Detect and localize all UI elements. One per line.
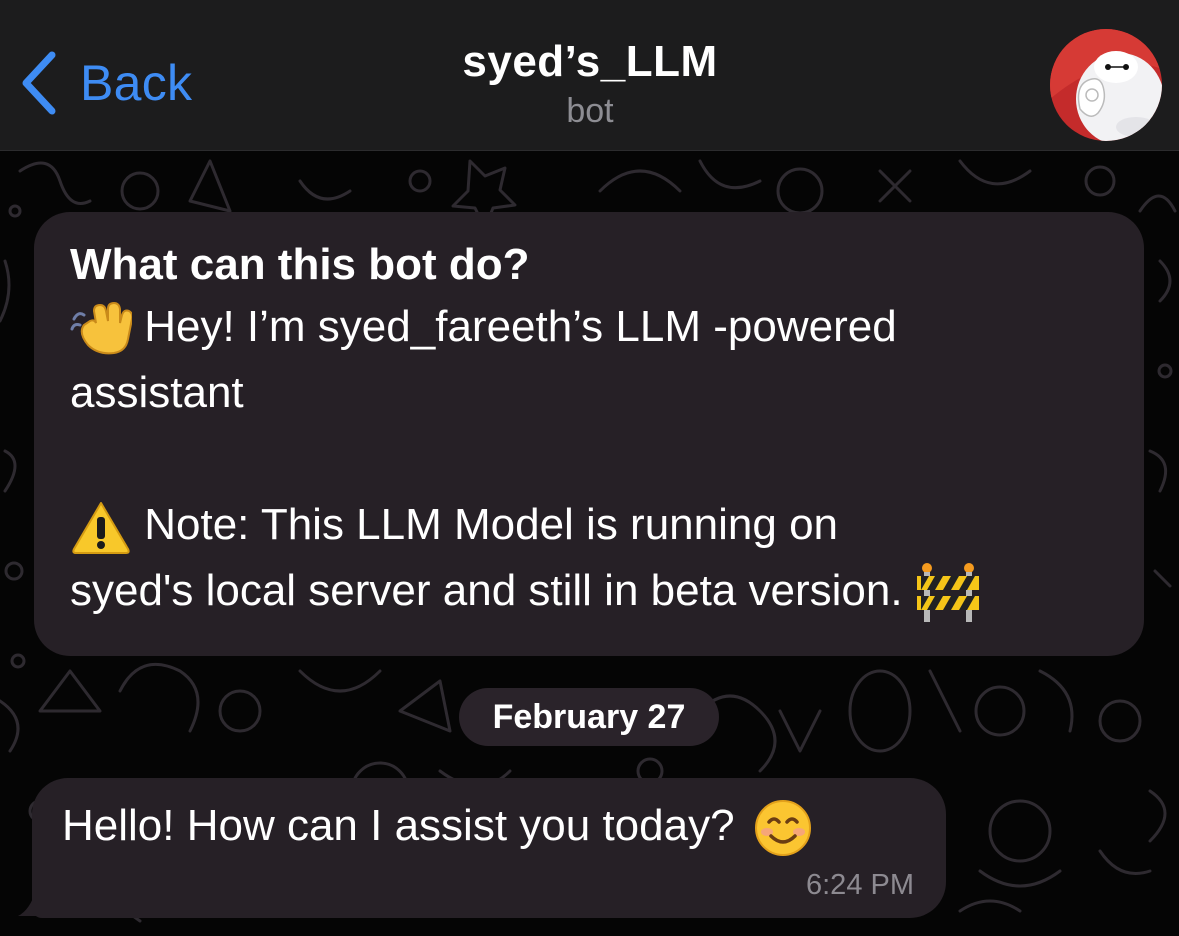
- message-timestamp: 6:24 PM: [806, 869, 914, 901]
- construction-icon: [916, 563, 979, 623]
- avatar[interactable]: [1050, 29, 1162, 141]
- chat-header: Back syed’s_LLM bot: [0, 0, 1179, 151]
- bot-info-intro-text: Hey! I’m syed_fareeth’s LLM -powered: [144, 302, 897, 351]
- bot-info-line: Hey! I’m syed_fareeth’s LLM -powered: [70, 294, 1108, 360]
- message-text-line: Hello! How can I assist you today?: [62, 796, 813, 858]
- waving-hand-icon: [70, 302, 132, 355]
- bot-info-card: What can this bot do? Hey! I’m syed_fare…: [34, 212, 1144, 656]
- chat-screen: Back syed’s_LLM bot What can this bot do…: [0, 0, 1179, 936]
- bot-info-heading: What can this bot do?: [70, 240, 530, 289]
- back-label: Back: [80, 55, 193, 111]
- chevron-left-icon: [22, 51, 56, 115]
- chat-subtitle: bot: [566, 92, 614, 130]
- date-separator: February 27: [459, 688, 719, 746]
- warning-icon: [72, 502, 130, 555]
- message-bubble[interactable]: Hello! How can I assist you today? 6:24 …: [32, 778, 946, 918]
- smiling-face-icon: [754, 800, 811, 857]
- chat-title-block[interactable]: syed’s_LLM bot: [340, 34, 840, 132]
- bot-info-note-line-2: syed's local server and still in beta ve…: [70, 558, 1108, 626]
- message-text: Hello! How can I assist you today?: [62, 801, 735, 850]
- back-button[interactable]: Back: [18, 48, 192, 118]
- chat-title: syed’s_LLM: [462, 37, 718, 86]
- robot-avatar-icon: [1050, 29, 1162, 141]
- bot-info-line-2: assistant: [70, 368, 244, 417]
- bot-info-note-text: Note: This LLM Model is running on: [144, 500, 839, 549]
- bot-info-note-line: Note: This LLM Model is running on: [70, 492, 1108, 558]
- bot-info-blank-line: [70, 426, 1108, 492]
- bot-info-note-text-2: syed's local server and still in beta ve…: [70, 566, 903, 615]
